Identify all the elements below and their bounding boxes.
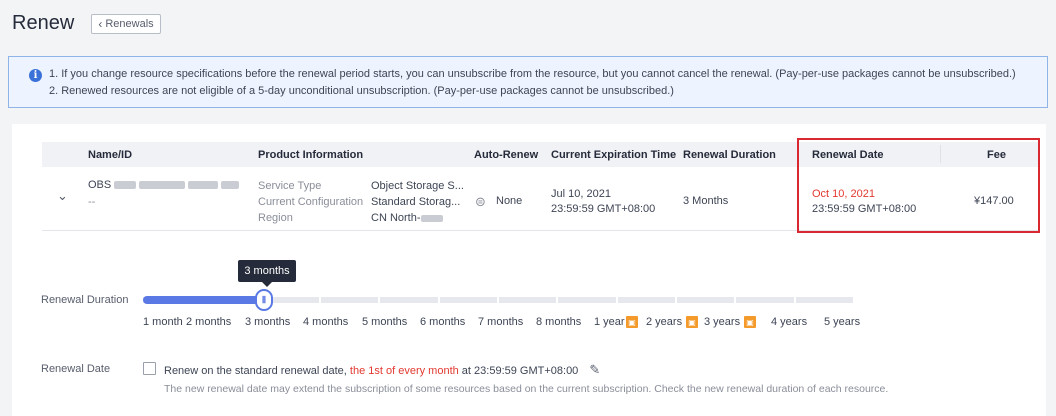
expand-row-chevron-icon[interactable]: ⌄ [57,188,68,204]
highlight-box [797,138,1040,233]
auto-renew-status-icon: ⊜ [475,194,486,209]
duration-option-4-months[interactable]: 4 months [303,316,348,328]
standard-renewal-date-text: Renew on the standard renewal date, the … [164,362,600,378]
banner-note-2: 2. Renewed resources are not eligible of… [49,85,674,97]
slider-track-segment [677,297,735,303]
duration-option-7-months[interactable]: 7 months [478,316,523,328]
region-text: CN North- [371,212,421,224]
info-banner: i 1. If you change resource specificatio… [8,56,1048,108]
slider-track-segment [321,297,379,303]
slider-track-segment [736,297,794,303]
tooltip-arrow [262,282,272,287]
redacted-text [221,181,240,190]
renewal-text-highlight: the 1st of every month [349,365,459,377]
renewal-date-note: The new renewal date may extend the subs… [164,383,889,395]
redacted-text [188,181,219,190]
redacted-text [420,214,443,222]
discount-badge-icon: ▣ [686,316,698,328]
slider-track-segment [439,297,497,303]
banner-note-1: 1. If you change resource specifications… [49,68,1016,80]
renewal-duration-label: Renewal Duration [41,294,129,306]
back-to-renewals-button[interactable]: ‹ Renewals [91,14,161,34]
duration-option-5-months[interactable]: 5 months [362,316,407,328]
auto-renew-value: None [496,195,523,207]
slider-track-segment [558,297,616,303]
slider-track-segment [795,297,853,303]
info-icon: i [29,69,42,82]
col-expiration: Current Expiration Time [551,149,677,161]
renewal-text-after: at 23:59:59 GMT+08:00 [458,365,579,377]
back-button-label: Renewals [105,18,154,30]
info-value-configuration: Standard Storag... [371,196,461,208]
col-duration: Renewal Duration [683,149,776,161]
info-label-service-type: Service Type [258,180,322,192]
slider-track-segment [380,297,438,303]
info-value-region: CN North- [371,212,443,224]
duration-option-2-years[interactable]: 2 years [646,316,682,328]
slider-track-segment [617,297,675,303]
duration-slider-handle[interactable]: ⦀ [255,289,273,311]
edit-pencil-icon[interactable]: ✎ [589,362,600,377]
col-auto-renew: Auto-Renew [474,149,539,161]
duration-option-2-months[interactable]: 2 months [186,316,231,328]
chevron-left-icon: ‹ [98,17,103,31]
renewal-date-label: Renewal Date [41,363,111,375]
duration-option-5-years[interactable]: 5 years [824,316,860,328]
duration-option-1-month[interactable]: 1 month [143,316,183,328]
expiration-date: Jul 10, 2021 [551,188,611,200]
info-label-region: Region [258,212,293,224]
resource-name-prefix: OBS [88,179,112,191]
discount-badge-icon: ▣ [626,316,638,328]
standard-renewal-date-checkbox[interactable] [143,362,156,375]
redacted-text [114,181,137,190]
page-title: Renew [12,12,75,34]
duration-option-8-months[interactable]: 8 months [536,316,581,328]
col-name: Name/ID [88,149,133,161]
duration-option-3-months[interactable]: 3 months [245,316,290,328]
duration-option-3-years[interactable]: 3 years [704,316,740,328]
expiration-time: 23:59:59 GMT+08:00 [551,203,656,215]
resource-name: OBS [88,179,240,191]
duration-tooltip: 3 months [238,260,296,282]
info-label-configuration: Current Configuration [258,196,364,208]
redacted-text [139,181,186,190]
resource-id: -- [88,196,96,208]
discount-badge-icon: ▣ [744,316,756,328]
col-product: Product Information [258,149,364,161]
duration-option-4-years[interactable]: 4 years [771,316,807,328]
duration-option-1-year[interactable]: 1 year [594,316,625,328]
duration-slider-fill [143,296,264,304]
info-value-service-type: Object Storage S... [371,180,464,192]
slider-track-segment [499,297,557,303]
renewal-text-before: Renew on the standard renewal date, [164,365,350,377]
duration-option-6-months[interactable]: 6 months [420,316,465,328]
renewal-duration-value: 3 Months [683,195,729,207]
